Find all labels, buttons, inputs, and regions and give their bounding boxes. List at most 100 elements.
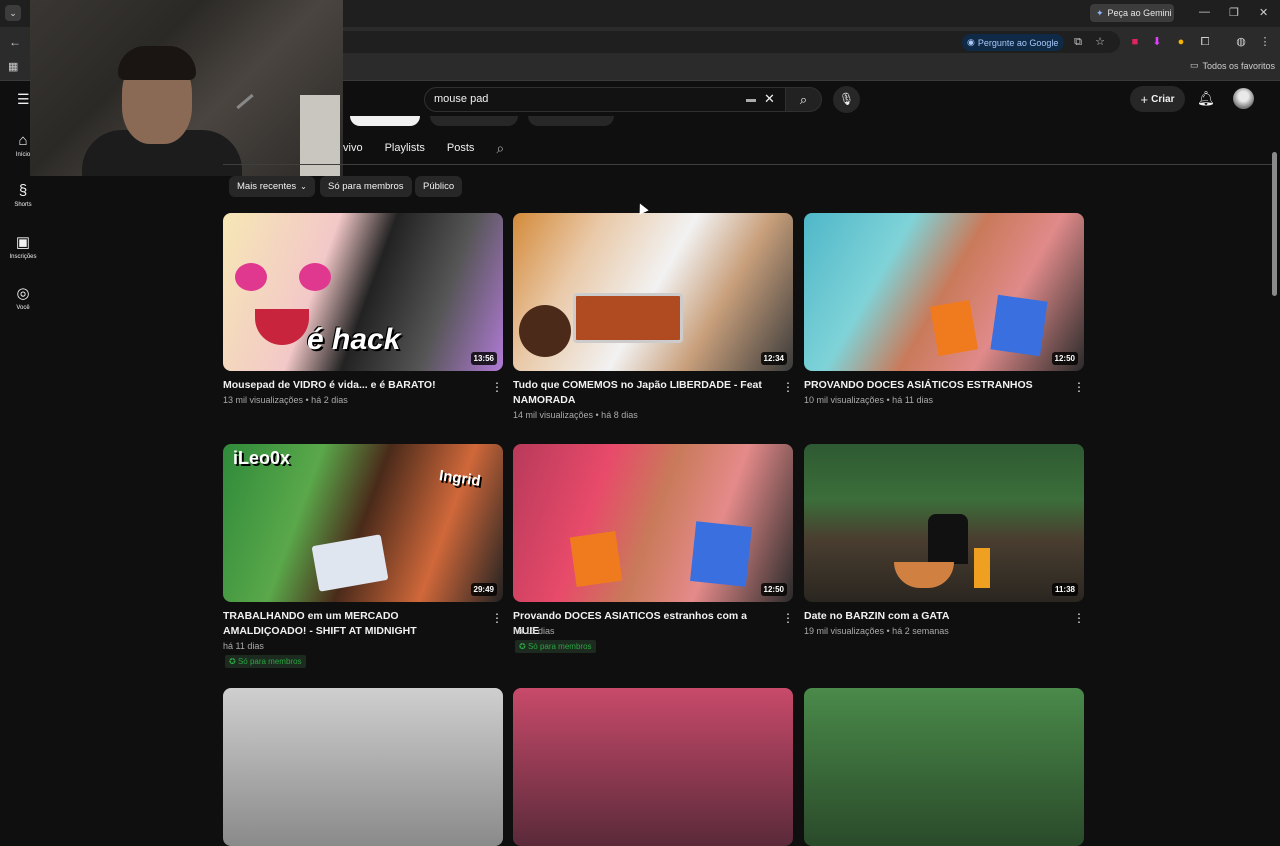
extensions-puzzle-icon[interactable]: ⧠ bbox=[1198, 35, 1212, 49]
person-dress bbox=[928, 514, 968, 564]
install-icon[interactable]: ⧉ bbox=[1071, 35, 1085, 49]
back-icon[interactable]: ← bbox=[9, 35, 21, 49]
members-star-icon: ✪ bbox=[229, 657, 236, 666]
restore-button[interactable]: ❐ bbox=[1229, 6, 1239, 19]
chip-partial[interactable] bbox=[350, 116, 420, 126]
mic-icon: 🎙 bbox=[838, 92, 855, 106]
close-window-button[interactable]: ✕ bbox=[1259, 6, 1268, 19]
all-favorites-folder[interactable]: ▭ Todos os favoritos bbox=[1190, 60, 1275, 71]
video-menu-icon[interactable]: ⋮ bbox=[1073, 380, 1085, 394]
rail-label: Shorts bbox=[14, 202, 32, 208]
page-scrollbar[interactable] bbox=[1272, 152, 1277, 296]
tab-playlists[interactable]: Playlists bbox=[385, 142, 425, 157]
rail-label: Inscrições bbox=[9, 254, 37, 260]
video-menu-icon[interactable]: ⋮ bbox=[491, 380, 503, 394]
donut bbox=[519, 305, 571, 357]
video-menu-icon[interactable]: ⋮ bbox=[1073, 611, 1085, 625]
drink-glass bbox=[974, 548, 990, 588]
duration-badge: 29:49 bbox=[470, 583, 497, 596]
profile-icon[interactable]: ◍ bbox=[1234, 35, 1248, 49]
video-title[interactable]: PROVANDO DOCES ASIÁTICOS ESTRANHOS bbox=[804, 378, 1062, 393]
video-thumbnail[interactable] bbox=[223, 688, 503, 846]
sort-chip[interactable]: Mais recentes ⌄ bbox=[229, 176, 315, 197]
video-thumbnail[interactable]: 12:50 bbox=[513, 444, 793, 602]
anime-mouth bbox=[255, 309, 309, 345]
video-title[interactable]: TRABALHANDO em um MERCADO AMALDIÇOADO! -… bbox=[223, 609, 481, 639]
video-menu-icon[interactable]: ⋮ bbox=[782, 380, 794, 394]
extension-pink-icon[interactable]: ⬇ bbox=[1150, 35, 1164, 49]
duration-badge: 13:56 bbox=[470, 352, 497, 365]
ask-google-button[interactable]: ◉ Pergunte ao Google bbox=[962, 34, 1064, 51]
extension-red-icon[interactable]: ■ bbox=[1128, 35, 1142, 49]
snack-pack bbox=[690, 521, 752, 587]
rail-item-home[interactable]: ⌂ Início bbox=[0, 132, 46, 158]
gemini-label: Peça ao Gemini bbox=[1107, 8, 1172, 18]
chip-partial[interactable] bbox=[430, 116, 518, 126]
anime-eye bbox=[235, 263, 267, 291]
clear-search-icon[interactable]: ✕ bbox=[764, 91, 775, 107]
create-label: Criar bbox=[1151, 93, 1175, 105]
members-badge-label: Só para membros bbox=[527, 642, 592, 651]
video-meta: há 11 dias bbox=[223, 641, 264, 651]
home-icon: ⌂ bbox=[18, 132, 28, 149]
video-thumbnail[interactable]: é hack 13:56 bbox=[223, 213, 503, 371]
notifications-bell-icon[interactable]: 🔔︎ bbox=[1197, 90, 1215, 107]
all-favorites-label: Todos os favoritos bbox=[1202, 60, 1276, 71]
apps-grid-icon[interactable]: ▦ bbox=[8, 60, 18, 73]
snack-pack bbox=[990, 294, 1048, 357]
create-button[interactable]: + Criar bbox=[1130, 86, 1185, 112]
anime-eye bbox=[299, 263, 331, 291]
video-title[interactable]: Date no BARZIN com a GATA bbox=[804, 609, 1062, 624]
tabs-divider bbox=[223, 164, 1275, 165]
bookmark-star-icon[interactable]: ☆ bbox=[1093, 35, 1107, 49]
video-menu-icon[interactable]: ⋮ bbox=[491, 611, 503, 625]
members-only-label: Só para membros bbox=[328, 181, 404, 192]
shorts-icon: § bbox=[18, 182, 28, 199]
members-only-chip[interactable]: Só para membros bbox=[320, 176, 412, 197]
chip-partial[interactable] bbox=[528, 116, 614, 126]
rail-item-subscriptions[interactable]: ▣ Inscrições bbox=[0, 233, 46, 260]
avatar[interactable] bbox=[1233, 88, 1254, 109]
lens-icon: ◉ bbox=[967, 37, 975, 47]
snack-pack bbox=[929, 299, 979, 357]
members-star-icon: ✪ bbox=[519, 642, 526, 651]
plus-icon: + bbox=[1140, 91, 1149, 107]
voice-search-button[interactable]: 🎙 bbox=[833, 86, 860, 113]
gemini-button[interactable]: ✦ Peça ao Gemini bbox=[1090, 4, 1174, 22]
rail-item-you[interactable]: ◎ Você bbox=[0, 284, 46, 311]
thumbnail-text: Ingrid bbox=[438, 467, 482, 490]
browser-menu-icon[interactable]: ⋮ bbox=[1258, 35, 1272, 49]
public-chip[interactable]: Público bbox=[415, 176, 463, 197]
video-thumbnail[interactable]: 11:38 bbox=[804, 444, 1084, 602]
thumbnail-text: é hack bbox=[307, 323, 401, 356]
duration-badge: 11:38 bbox=[1051, 583, 1078, 596]
video-thumbnail[interactable] bbox=[513, 688, 793, 846]
duration-badge: 12:50 bbox=[760, 583, 787, 596]
tab-search-button[interactable]: ⌄ bbox=[5, 5, 21, 21]
video-thumbnail[interactable] bbox=[804, 688, 1084, 846]
video-thumbnail[interactable]: 12:34 bbox=[513, 213, 793, 371]
rail-item-shorts[interactable]: § Shorts bbox=[0, 182, 46, 208]
video-title[interactable]: Mousepad de VIDRO é vida... e é BARATO! bbox=[223, 378, 481, 393]
video-title[interactable]: Tudo que COMEMOS no Japão LIBERDADE - Fe… bbox=[513, 378, 771, 408]
you-icon: ◎ bbox=[16, 285, 30, 302]
video-menu-icon[interactable]: ⋮ bbox=[782, 611, 794, 625]
video-meta: há 13 dias bbox=[513, 626, 555, 636]
webcam-lamp bbox=[236, 93, 254, 110]
tab-posts[interactable]: Posts bbox=[447, 142, 475, 157]
folder-icon: ▭ bbox=[1190, 60, 1199, 70]
gemini-icon: ✦ bbox=[1096, 7, 1104, 18]
tab-live[interactable]: vivo bbox=[343, 142, 363, 157]
search-button[interactable]: ⌕ bbox=[785, 87, 822, 112]
video-thumbnail[interactable]: 12:50 bbox=[804, 213, 1084, 371]
extension-color-icon[interactable]: ● bbox=[1174, 35, 1188, 49]
food-bowl bbox=[894, 562, 954, 588]
search-icon: ⌕ bbox=[799, 92, 808, 107]
channel-search-icon[interactable]: ⌕ bbox=[496, 140, 504, 157]
members-only-badge: ✪ Só para membros bbox=[515, 640, 596, 653]
minimize-button[interactable]: — bbox=[1199, 6, 1210, 18]
video-thumbnail[interactable]: iLeo0x Ingrid 29:49 bbox=[223, 444, 503, 602]
hamburger-menu-icon[interactable]: ☰ bbox=[17, 91, 30, 108]
keyboard-icon[interactable]: ▬ bbox=[746, 94, 756, 105]
video-meta: 13 mil visualizações • há 2 dias bbox=[223, 395, 348, 405]
